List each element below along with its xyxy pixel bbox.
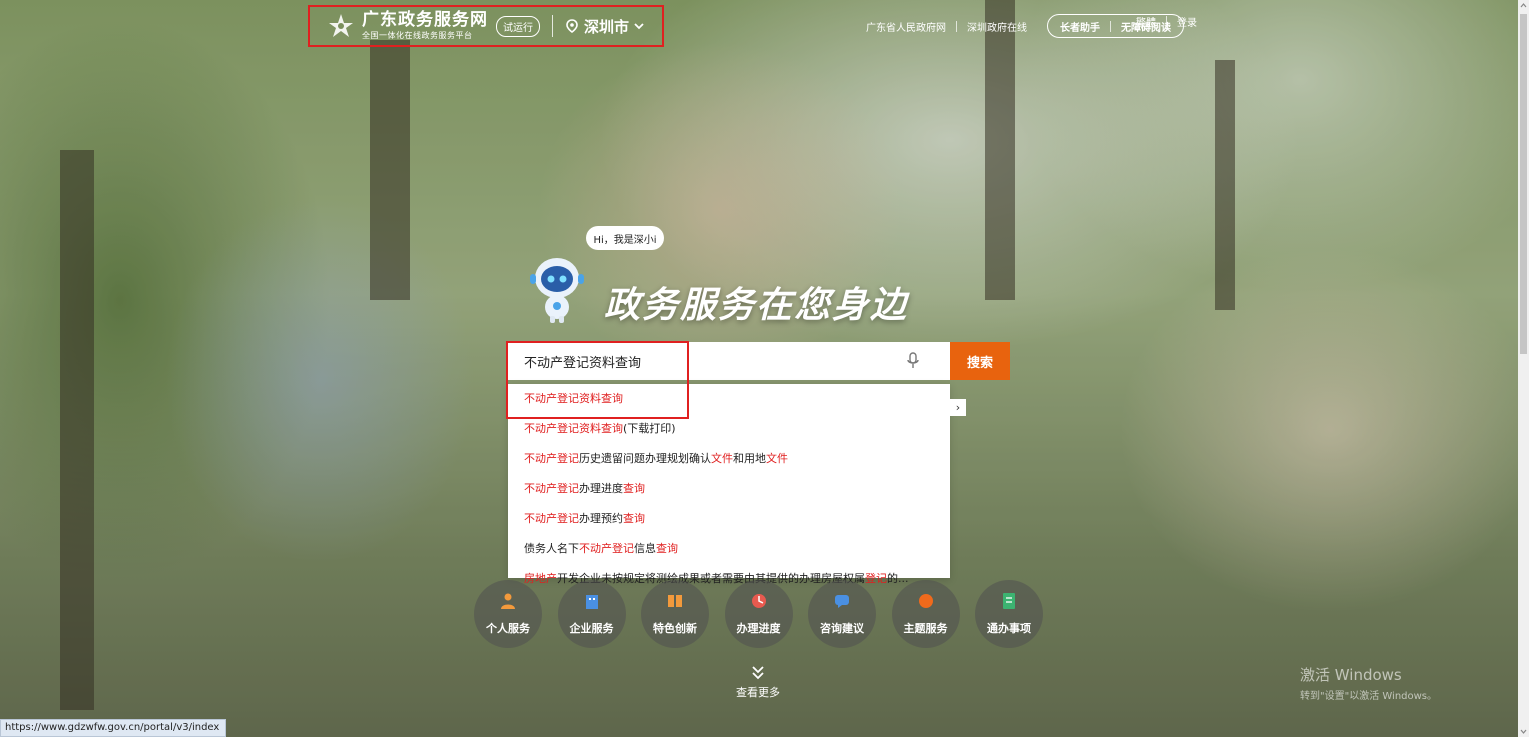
service-label: 个人服务	[486, 622, 530, 635]
suggestion-item[interactable]: 不动产登记办理预约查询	[508, 504, 950, 534]
robot-mascot-icon[interactable]	[526, 252, 588, 324]
windows-activation-watermark: 激活 Windows 转到"设置"以激活 Windows。	[1300, 664, 1437, 702]
status-bar-url: https://www.gdzwfw.gov.cn/portal/v3/inde…	[0, 719, 226, 737]
suggestion-text: 债务人名下	[524, 542, 579, 555]
watermark-title: 激活 Windows	[1300, 666, 1402, 684]
service-label: 主题服务	[903, 622, 948, 635]
suggestion-keyword: 查询	[623, 512, 645, 525]
service-label: 咨询建议	[820, 622, 864, 635]
service-innovation[interactable]: 特色创新	[641, 580, 709, 648]
watermark-subtitle: 转到"设置"以激活 Windows。	[1300, 691, 1438, 702]
search-bar	[508, 342, 950, 380]
service-label: 特色创新	[653, 622, 697, 635]
suggestion-item[interactable]: 不动产登记办理进度查询	[508, 474, 950, 504]
logo-text[interactable]: 广东政务服务网 全国一体化在线政务服务平台	[362, 12, 488, 40]
chevron-right-icon[interactable]: ›	[950, 399, 966, 416]
scroll-thumb[interactable]	[1520, 14, 1527, 354]
vertical-scrollbar[interactable]	[1518, 0, 1529, 737]
suggestion-keyword: 文件	[766, 452, 788, 465]
mascot-greeting[interactable]: Hi，我是深小i	[586, 226, 664, 250]
innovation-icon	[668, 595, 682, 607]
city-name: 深圳市	[584, 17, 630, 36]
chevron-down-icon	[634, 23, 644, 30]
service-chat[interactable]: 咨询建议	[808, 580, 876, 648]
city-selector[interactable]: 深圳市	[565, 16, 644, 37]
logo-area: 广东政务服务网 全国一体化在线政务服务平台 试运行 深圳市	[308, 5, 664, 47]
logo-subtitle: 全国一体化在线政务服务平台	[362, 31, 473, 40]
suggestion-text: (下载打印)	[623, 422, 676, 435]
trial-badge: 试运行	[496, 15, 540, 37]
traditional-chinese-button[interactable]: 繁體	[1126, 14, 1166, 29]
top-right-links: 繁體 登录	[1126, 14, 1207, 29]
suggestion-text: 办理预约	[579, 512, 623, 525]
service-theme[interactable]: 主题服务	[891, 580, 960, 648]
suggestion-item[interactable]: 不动产登记资料查询(下载打印)	[508, 414, 950, 444]
suggestion-item[interactable]: 不动产登记资料查询	[508, 384, 950, 414]
service-progress[interactable]: 办理进度	[724, 580, 793, 648]
suggestion-keyword: 查询	[656, 542, 678, 555]
search-suggestions: 不动产登记资料查询 不动产登记资料查询(下载打印) 不动产登记历史遗留问题办理规划确…	[508, 384, 950, 585]
suggestion-keyword: 不动产登记	[524, 452, 579, 465]
suggestion-item[interactable]: 不动产登记历史遗留问题办理规划确认文件和用地文件	[508, 444, 950, 474]
building-icon	[585, 595, 598, 609]
service-shortcuts: 个人服务 企业服务 特色创新 办理进度 咨询建议 主题服务 通办事项	[474, 580, 1059, 648]
person-icon	[501, 593, 515, 609]
service-label: 通办事项	[987, 622, 1031, 635]
suggestion-text: 办理进度	[579, 482, 623, 495]
service-label: 办理进度	[736, 622, 781, 635]
service-person[interactable]: 个人服务	[474, 580, 542, 648]
suggestion-item[interactable]: 债务人名下不动产登记信息查询	[508, 534, 950, 564]
service-document[interactable]: 通办事项	[975, 580, 1043, 648]
scroll-down-icon[interactable]	[1520, 728, 1527, 735]
logo-title: 广东政务服务网	[362, 10, 488, 30]
location-pin-icon	[566, 19, 578, 33]
link-sz-gov[interactable]: 深圳政府在线	[957, 19, 1037, 34]
elder-mode-button[interactable]: 长者助手	[1050, 19, 1110, 34]
microphone-icon[interactable]	[906, 352, 920, 370]
suggestion-text: 信息	[634, 542, 656, 555]
search-input[interactable]	[508, 342, 898, 380]
search-button[interactable]: 搜索	[950, 342, 1010, 380]
login-button[interactable]: 登录	[1167, 14, 1207, 29]
logo-icon[interactable]	[328, 13, 354, 39]
suggestion-keyword: 查询	[623, 482, 645, 495]
suggestion-keyword: 不动产登记	[579, 542, 634, 555]
suggestion-keyword: 不动产登记	[524, 512, 579, 525]
double-chevron-down-icon	[752, 666, 764, 680]
suggestion-keyword: 不动产登记资料查询	[524, 422, 623, 435]
document-icon	[1003, 593, 1015, 609]
chat-icon	[835, 595, 849, 608]
hero-slogan: 政务服务在您身边	[604, 285, 909, 326]
view-more-label: 查看更多	[736, 686, 780, 699]
top-header: 广东政务服务网 全国一体化在线政务服务平台 试运行 深圳市 广东省人民政府网 深…	[0, 0, 1529, 52]
link-gd-gov[interactable]: 广东省人民政府网	[856, 19, 956, 34]
scroll-up-icon[interactable]	[1520, 2, 1527, 9]
progress-icon	[751, 594, 766, 608]
suggestion-text: 历史遗留问题办理规划确认	[579, 452, 711, 465]
service-label: 企业服务	[569, 622, 614, 635]
suggestion-text: 和用地	[733, 452, 766, 465]
suggestion-keyword: 不动产登记	[524, 482, 579, 495]
service-building[interactable]: 企业服务	[557, 580, 626, 648]
suggestion-keyword: 不动产登记资料查询	[524, 392, 623, 405]
suggestion-keyword: 文件	[711, 452, 733, 465]
view-more-button[interactable]: 查看更多	[728, 664, 788, 700]
theme-icon	[918, 594, 933, 608]
divider	[552, 15, 553, 37]
